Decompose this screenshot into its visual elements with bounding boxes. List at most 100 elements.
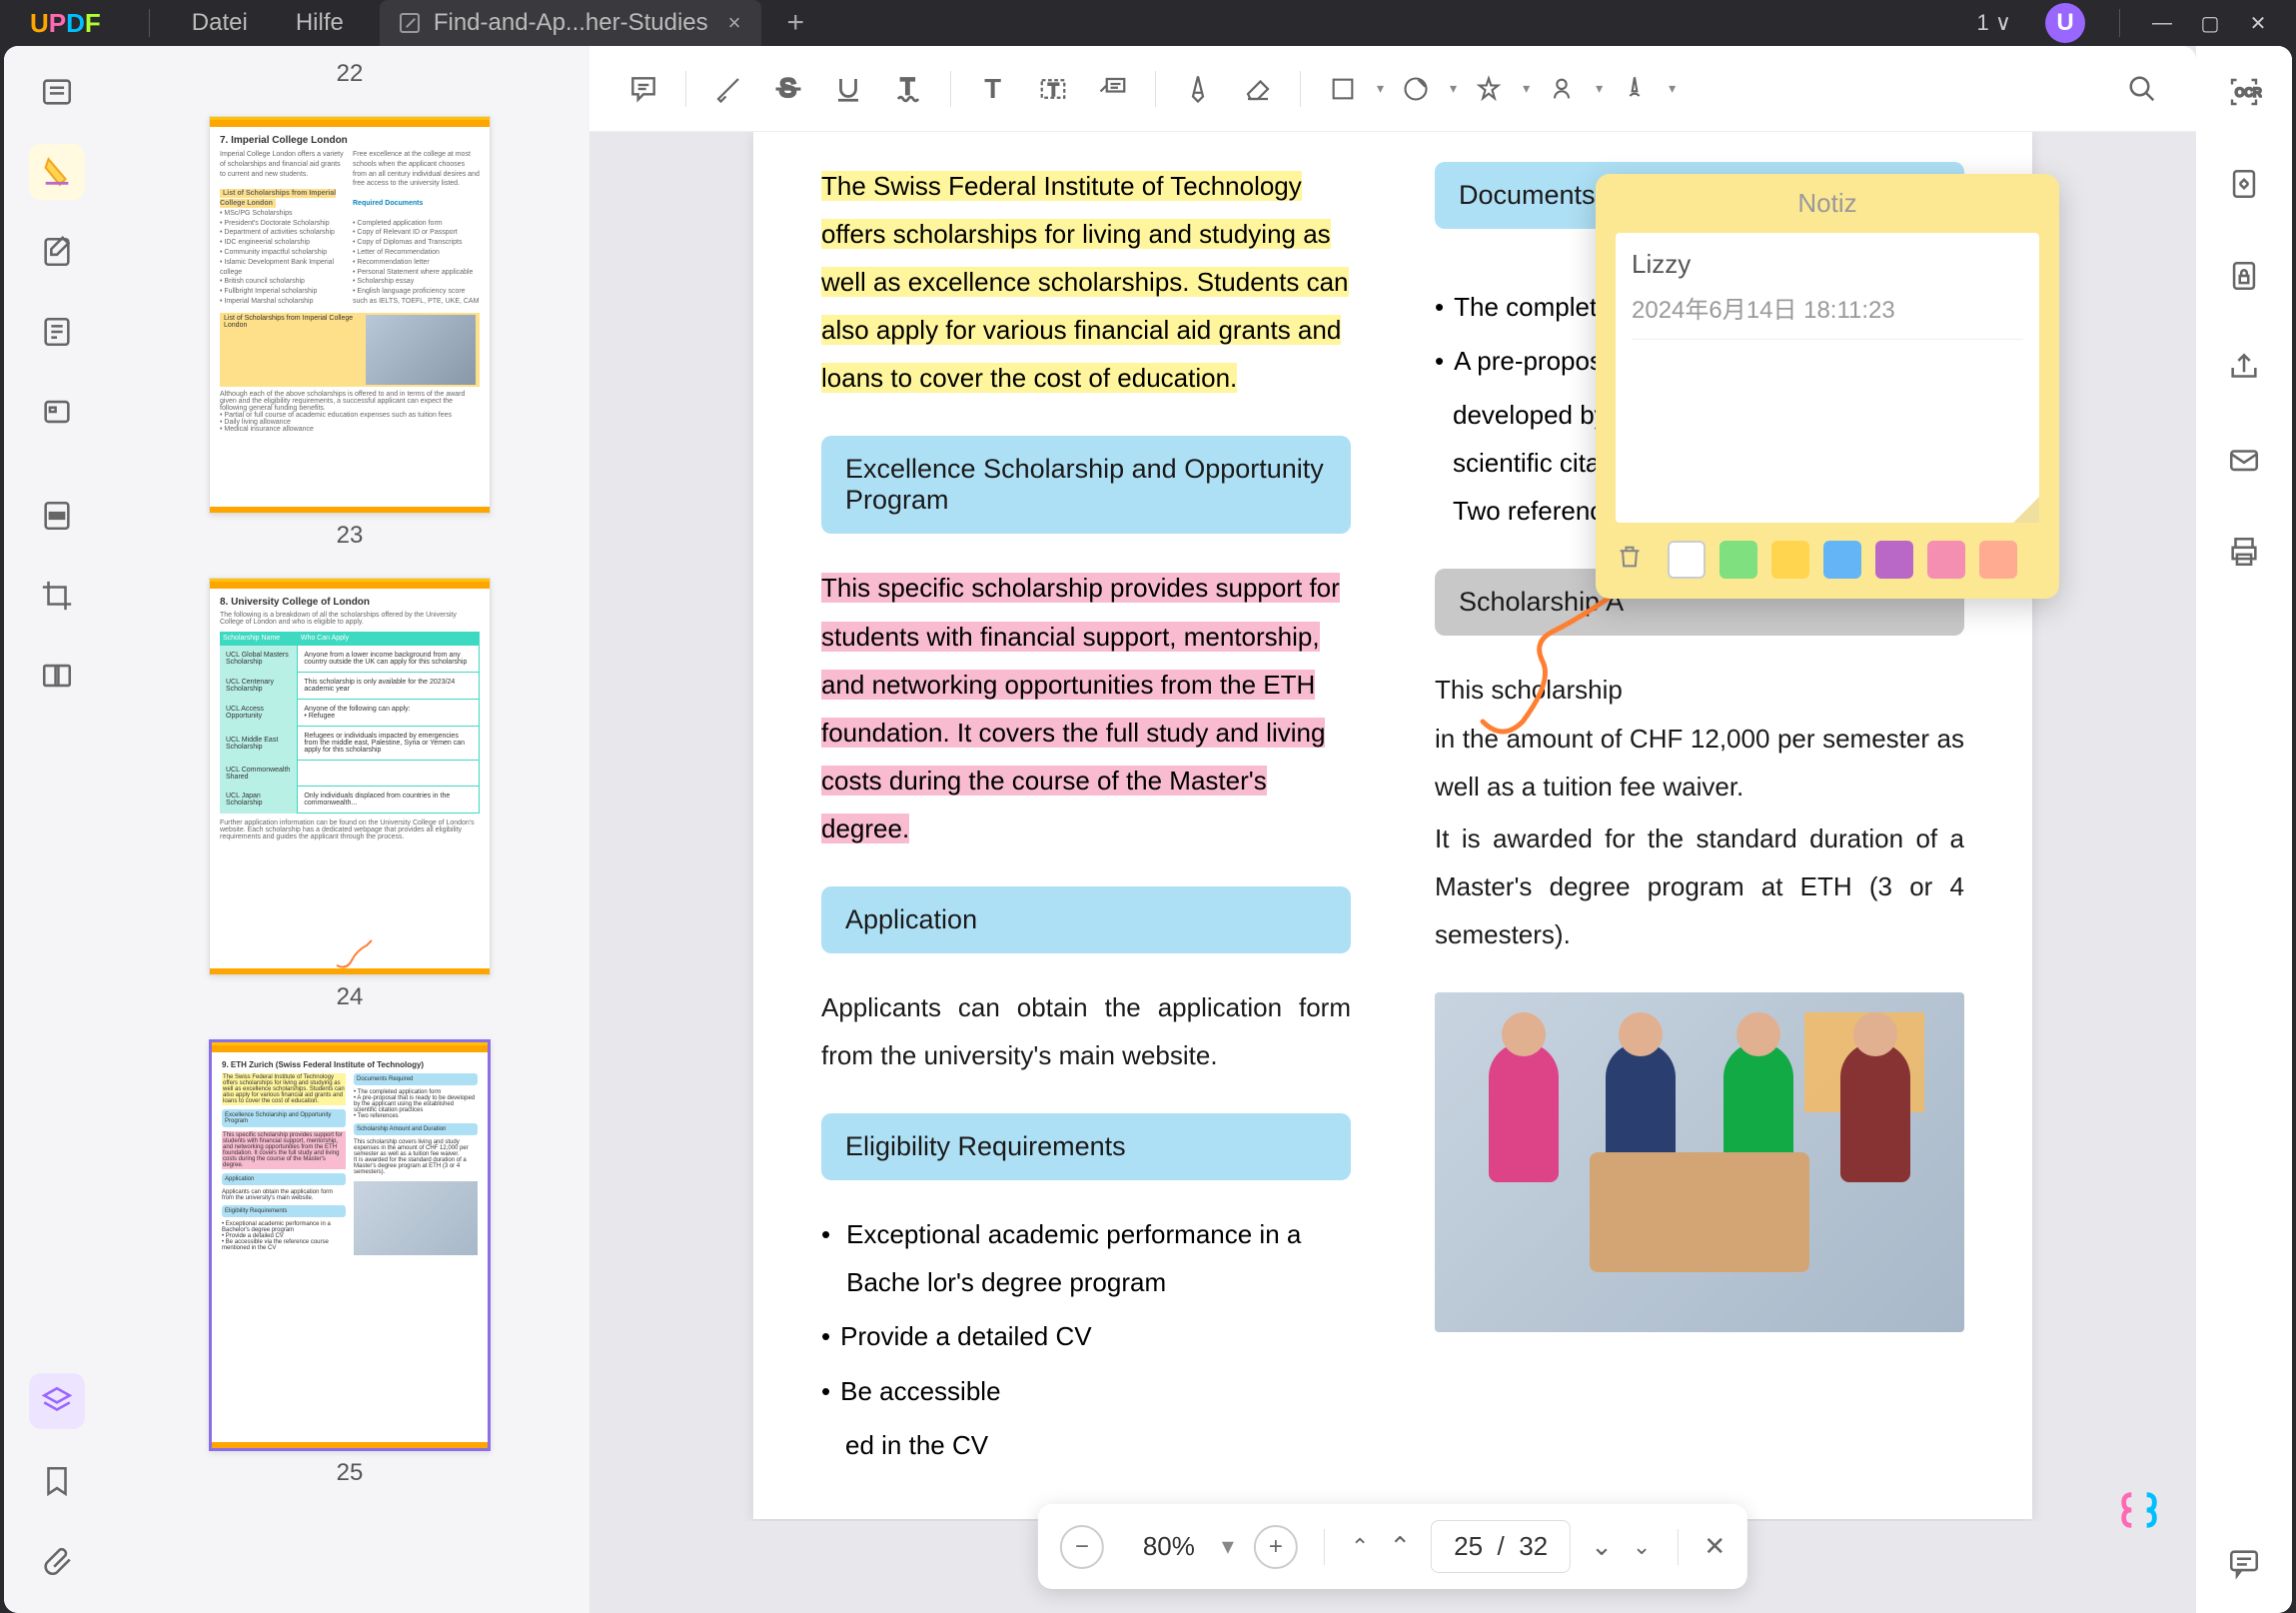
section-heading: Application — [821, 886, 1351, 953]
comments-panel-icon[interactable] — [2220, 1539, 2268, 1587]
thumbnail-page-24[interactable]: 8. University College of London The foll… — [209, 578, 491, 975]
compare-tool-icon[interactable] — [29, 648, 85, 704]
right-sidebar: OCR — [2196, 46, 2292, 1613]
menu-file[interactable]: Datei — [168, 9, 272, 37]
color-swatch-blue[interactable] — [1823, 541, 1861, 579]
close-nav-button[interactable]: ✕ — [1704, 1531, 1725, 1562]
tab-title: Find-and-Ap...her-Studies — [434, 9, 708, 37]
document-tab[interactable]: Find-and-Ap...her-Studies × — [380, 0, 761, 46]
last-page-button[interactable]: ⌄ — [1633, 1534, 1651, 1560]
page-number-label: 22 — [337, 60, 364, 88]
email-icon[interactable] — [2220, 436, 2268, 484]
next-page-button[interactable]: ⌄ — [1591, 1531, 1613, 1562]
note-date: 2024年6月14日 18:11:23 — [1632, 290, 2023, 340]
page-number-label: 25 — [337, 1459, 364, 1487]
svg-text:OCR: OCR — [2235, 86, 2262, 100]
list-item: Exceptional academic performance in a Ba… — [821, 1210, 1351, 1306]
maximize-button[interactable]: ▢ — [2186, 3, 2234, 43]
highlighted-text-pink[interactable]: This specific scholarship provides suppo… — [821, 573, 1340, 842]
color-swatch-pink[interactable] — [1927, 541, 1965, 579]
color-swatch-purple[interactable] — [1875, 541, 1913, 579]
left-sidebar — [4, 46, 110, 1613]
prev-page-button[interactable]: ⌃ — [1389, 1531, 1411, 1562]
body-text: This scholarship — [1435, 666, 1964, 714]
color-swatch-white[interactable] — [1668, 541, 1706, 579]
note-icon[interactable] — [615, 61, 671, 117]
titlebar: UPDF Datei Hilfe Find-and-Ap...her-Studi… — [0, 0, 2296, 46]
redact-tool-icon[interactable] — [29, 488, 85, 544]
section-heading: Excellence Scholarship and Opportunity P… — [821, 436, 1351, 534]
zoom-out-button[interactable]: − — [1060, 1525, 1104, 1569]
color-swatch-orange[interactable] — [1979, 541, 2017, 579]
page-tool-icon[interactable] — [29, 304, 85, 360]
zoom-in-button[interactable]: + — [1254, 1525, 1298, 1569]
menu-help[interactable]: Hilfe — [272, 9, 368, 37]
underline-icon[interactable] — [820, 61, 876, 117]
note-author: Lizzy — [1632, 249, 2023, 280]
window-count[interactable]: 1 ∨ — [1977, 10, 2011, 36]
pencil-icon[interactable] — [1170, 61, 1226, 117]
eraser-icon[interactable] — [1230, 61, 1286, 117]
note-body[interactable]: Lizzy 2024年6月14日 18:11:23 — [1616, 233, 2039, 523]
svg-text:T: T — [984, 74, 1001, 104]
svg-text:T: T — [1048, 79, 1059, 99]
color-swatch-yellow[interactable] — [1771, 541, 1809, 579]
crop-tool-icon[interactable] — [29, 568, 85, 624]
text-icon[interactable]: T — [965, 61, 1021, 117]
comment-tool-icon[interactable] — [29, 144, 85, 200]
highlighted-text-yellow[interactable]: The Swiss Federal Institute of Technolog… — [821, 171, 1349, 393]
trash-icon[interactable] — [1616, 543, 1644, 578]
first-page-button[interactable]: ⌃ — [1351, 1534, 1369, 1560]
sticker-dropdown[interactable]: ▾ — [1388, 61, 1457, 117]
annotation-toolbar: S T T T ▾ ▾ ▾ ▾ ▾ — [589, 46, 2196, 132]
bookmark-icon[interactable] — [29, 1453, 85, 1509]
attachment-icon[interactable] — [29, 1533, 85, 1589]
tab-close-icon[interactable]: × — [728, 10, 741, 36]
content-image — [1435, 992, 1964, 1332]
svg-text:T: T — [901, 74, 915, 99]
sticky-note-popup[interactable]: Notiz Lizzy 2024年6月14日 18:11:23 — [1596, 174, 2059, 599]
close-button[interactable]: ✕ — [2234, 3, 2282, 43]
app-logo: UPDF — [30, 8, 101, 39]
zoom-level[interactable]: 80% — [1124, 1531, 1214, 1562]
print-icon[interactable] — [2220, 528, 2268, 576]
sign-dropdown[interactable]: ▾ — [1607, 61, 1676, 117]
user-avatar[interactable]: U — [2045, 3, 2085, 43]
list-item: Be accessible — [821, 1367, 1351, 1415]
layers-icon[interactable] — [29, 1373, 85, 1429]
page-number-label: 23 — [337, 522, 364, 550]
thumbnail-panel: 22 7. Imperial College London Imperial C… — [110, 46, 589, 1613]
body-text: Applicants can obtain the application fo… — [821, 983, 1351, 1079]
search-icon[interactable] — [2114, 61, 2170, 117]
form-tool-icon[interactable] — [29, 384, 85, 440]
ai-assistant-icon[interactable] — [2116, 1487, 2162, 1533]
signature-dropdown[interactable]: ▾ — [1534, 61, 1603, 117]
body-text: in the amount of CHF 12,000 per semester… — [1435, 715, 1964, 810]
tab-add-button[interactable]: + — [787, 6, 805, 40]
highlight-icon[interactable] — [700, 61, 756, 117]
stamp-dropdown[interactable]: ▾ — [1461, 61, 1530, 117]
body-text: It is awarded for the standard duration … — [1435, 814, 1964, 958]
list-item: Provide a detailed CV — [821, 1312, 1351, 1360]
color-swatch-green[interactable] — [1720, 541, 1757, 579]
strikethrough-icon[interactable]: S — [760, 61, 816, 117]
page-number-label: 24 — [337, 983, 364, 1011]
reader-mode-icon[interactable] — [29, 64, 85, 120]
list-item-cont: ed in the CV — [821, 1421, 1351, 1469]
share-icon[interactable] — [2220, 344, 2268, 392]
convert-icon[interactable] — [2220, 160, 2268, 208]
minimize-button[interactable]: — — [2138, 3, 2186, 43]
page-indicator[interactable]: 25 / 32 — [1431, 1520, 1571, 1573]
thumbnail-page-25[interactable]: 9. ETH Zurich (Swiss Federal Institute o… — [209, 1039, 491, 1451]
ocr-icon[interactable]: OCR — [2220, 68, 2268, 116]
tab-doc-icon — [400, 13, 420, 33]
edit-tool-icon[interactable] — [29, 224, 85, 280]
note-title: Notiz — [1596, 174, 2059, 233]
shape-dropdown[interactable]: ▾ — [1315, 61, 1384, 117]
callout-icon[interactable] — [1085, 61, 1141, 117]
document-area: S T T T ▾ ▾ ▾ ▾ ▾ The Swiss Fe — [589, 46, 2196, 1613]
protect-icon[interactable] — [2220, 252, 2268, 300]
squiggly-icon[interactable]: T — [880, 61, 936, 117]
textbox-icon[interactable]: T — [1025, 61, 1081, 117]
thumbnail-page-23[interactable]: 7. Imperial College London Imperial Coll… — [209, 116, 491, 514]
